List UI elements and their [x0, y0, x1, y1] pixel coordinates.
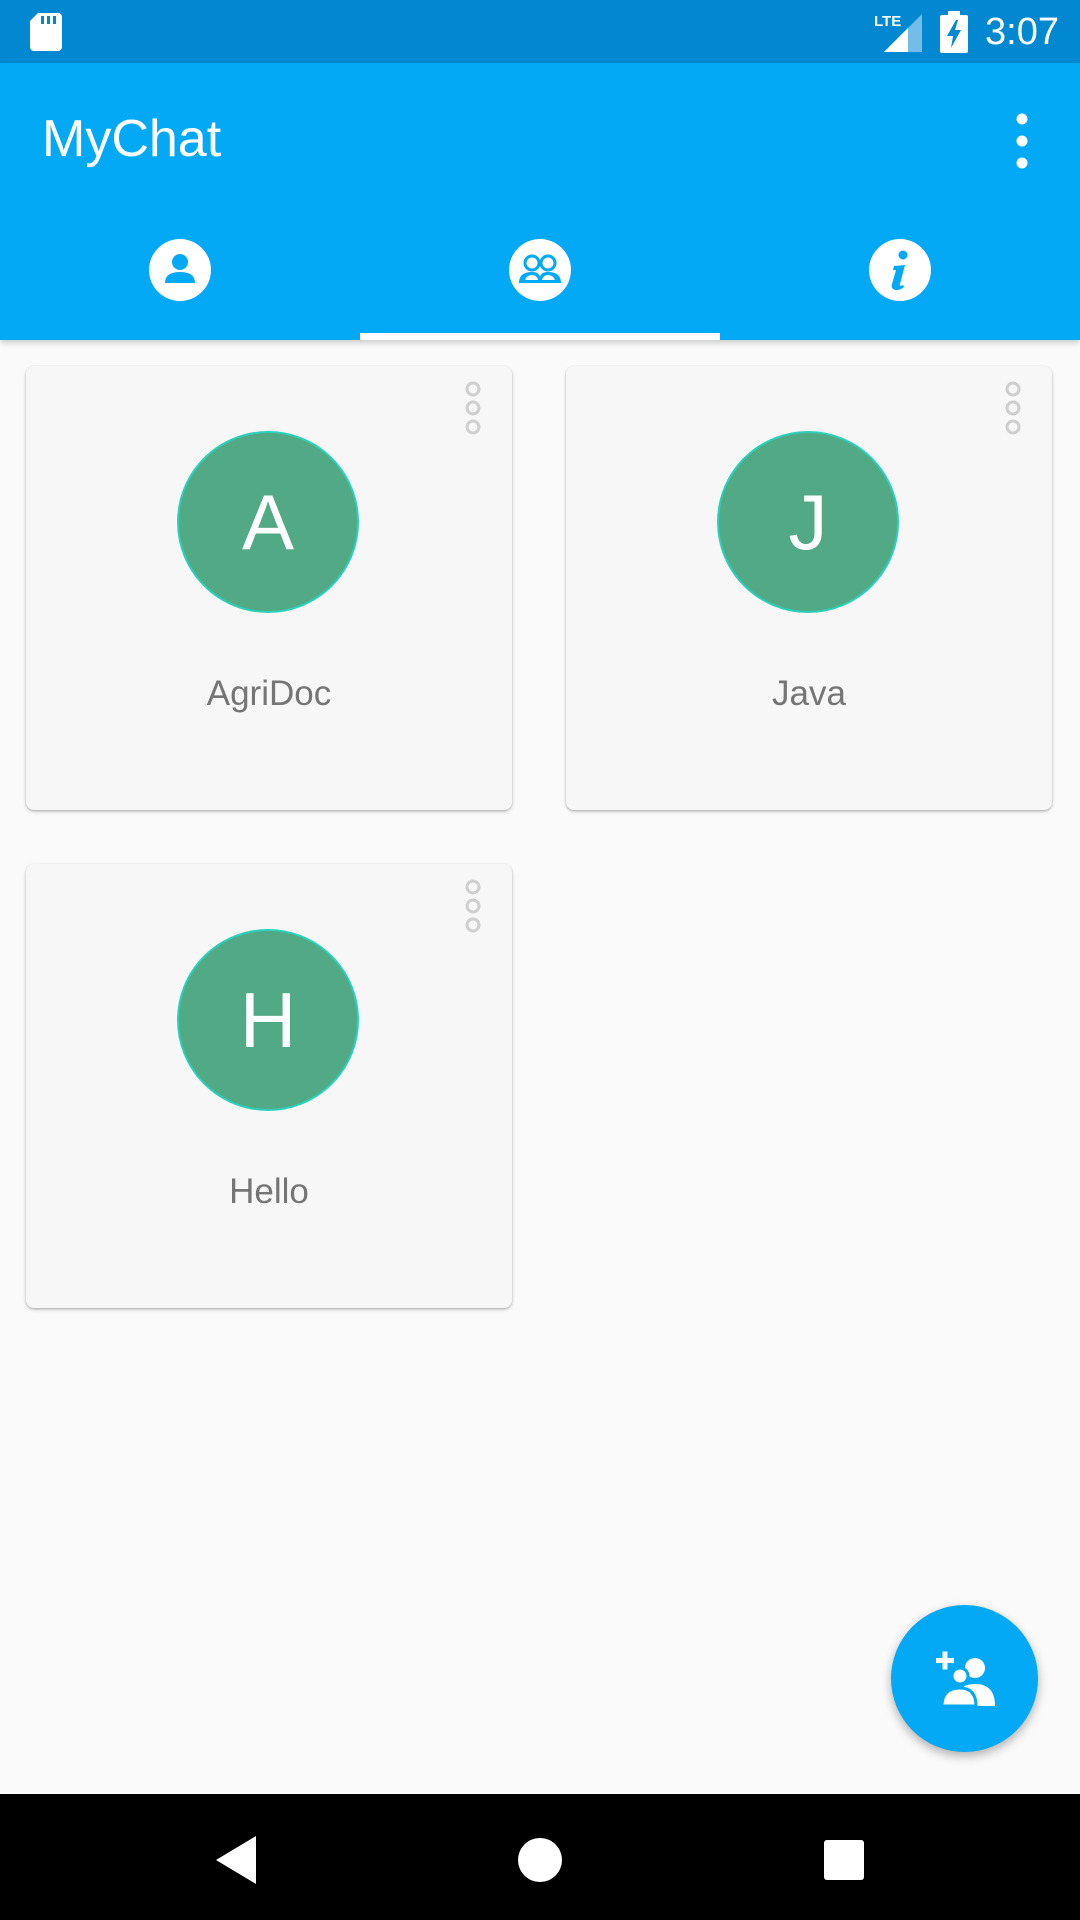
tab-groups[interactable]: [360, 213, 720, 340]
add-group-icon: [935, 1651, 995, 1707]
navigation-bar: [0, 1794, 1080, 1920]
status-time: 3:07: [985, 11, 1059, 53]
group-name: AgriDoc: [206, 674, 332, 713]
sd-card-icon: [30, 13, 62, 51]
tab-info[interactable]: [720, 213, 1080, 340]
group-name: Hello: [229, 1172, 309, 1211]
more-vertical-icon[interactable]: [1004, 380, 1022, 436]
battery-charging-icon: [940, 11, 968, 53]
group-card-java[interactable]: J Java: [566, 366, 1052, 810]
recents-icon[interactable]: [814, 1830, 874, 1890]
more-vertical-icon[interactable]: [464, 380, 482, 436]
add-group-button[interactable]: [891, 1605, 1038, 1752]
avatar: H: [177, 929, 359, 1111]
tab-contacts[interactable]: [0, 213, 360, 340]
svg-text:LTE: LTE: [874, 13, 901, 30]
lte-signal-icon: LTE: [874, 13, 922, 52]
status-bar: LTE 3:07: [0, 0, 1080, 63]
home-icon[interactable]: [510, 1830, 570, 1890]
more-vertical-icon[interactable]: [464, 878, 482, 934]
avatar: A: [177, 431, 359, 613]
group-icon: [509, 238, 571, 301]
info-icon: [869, 238, 931, 301]
app-title: MyChat: [42, 110, 222, 168]
person-icon: [149, 238, 211, 301]
avatar: J: [717, 431, 899, 613]
more-vertical-icon[interactable]: [1004, 109, 1040, 173]
tab-indicator: [360, 333, 720, 340]
group-card-hello[interactable]: H Hello: [26, 864, 512, 1308]
app-bar: MyChat: [0, 63, 1080, 340]
group-card-agridoc[interactable]: A AgriDoc: [26, 366, 512, 810]
back-icon[interactable]: [206, 1830, 266, 1890]
group-name: Java: [772, 674, 846, 713]
